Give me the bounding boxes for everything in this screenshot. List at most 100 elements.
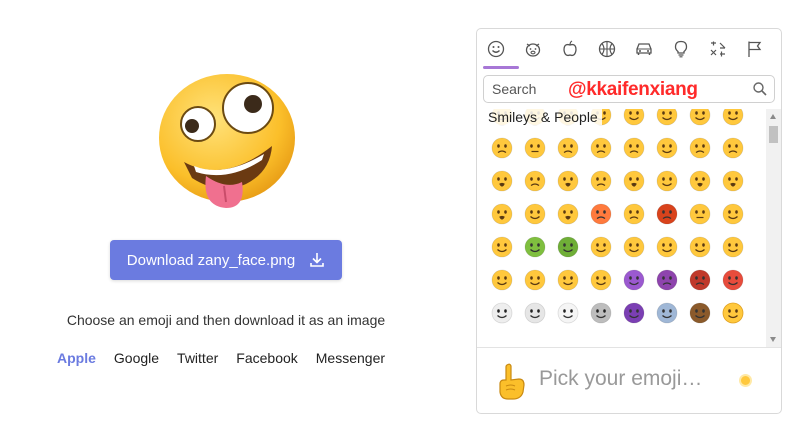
emoji-weary[interactable] bbox=[584, 164, 617, 197]
emoji-grimacing[interactable] bbox=[650, 164, 683, 197]
emoji-worried[interactable] bbox=[617, 131, 650, 164]
grinning-icon bbox=[689, 109, 710, 125]
emoji-mask[interactable] bbox=[683, 197, 716, 230]
emoji-vomiting[interactable] bbox=[551, 230, 584, 263]
emoji-persevere[interactable] bbox=[551, 131, 584, 164]
emoji-neutral[interactable] bbox=[518, 131, 551, 164]
emoji-triumph[interactable] bbox=[650, 131, 683, 164]
tab-apple[interactable]: Apple bbox=[57, 350, 96, 366]
emoji-tongue-out[interactable] bbox=[716, 197, 749, 230]
emoji-halo[interactable] bbox=[617, 230, 650, 263]
nerd-icon bbox=[590, 269, 611, 290]
angry-icon bbox=[623, 203, 644, 224]
angry-devil-icon bbox=[656, 269, 677, 290]
mask-icon bbox=[689, 203, 710, 224]
nauseated-icon bbox=[524, 236, 545, 257]
scroll-up-arrow-icon[interactable] bbox=[770, 114, 776, 119]
tab-google[interactable]: Google bbox=[114, 350, 159, 366]
emoji-row bbox=[485, 263, 749, 296]
emoji-cursing[interactable] bbox=[650, 197, 683, 230]
emoji-angry[interactable] bbox=[617, 197, 650, 230]
category-symbols[interactable] bbox=[699, 29, 736, 69]
category-animals[interactable] bbox=[514, 29, 551, 69]
emoji-cold-sweat[interactable] bbox=[683, 164, 716, 197]
emoji-sad-tear[interactable] bbox=[683, 131, 716, 164]
emoji-disappointed[interactable] bbox=[584, 131, 617, 164]
anguished-icon bbox=[524, 170, 545, 191]
emoji-angry-devil[interactable] bbox=[650, 263, 683, 296]
emoji-lying[interactable] bbox=[716, 230, 749, 263]
emoji-frowning[interactable] bbox=[485, 131, 518, 164]
emoji-goblin[interactable] bbox=[716, 263, 749, 296]
instructions-text: Choose an emoji and then download it as … bbox=[66, 312, 386, 328]
zany-face-emoji bbox=[159, 74, 295, 208]
emoji-astonished[interactable] bbox=[551, 197, 584, 230]
emoji-pouting[interactable] bbox=[584, 197, 617, 230]
emoji-smiling-devil[interactable] bbox=[617, 263, 650, 296]
fearful-icon bbox=[557, 170, 578, 191]
emoji-row bbox=[485, 131, 749, 164]
goblin-icon bbox=[722, 269, 743, 290]
emoji-ghost[interactable] bbox=[551, 296, 584, 329]
tab-messenger[interactable]: Messenger bbox=[316, 350, 385, 366]
category-activity[interactable] bbox=[588, 29, 625, 69]
emoji-skull-crossbones[interactable] bbox=[518, 296, 551, 329]
triumph-icon bbox=[656, 137, 677, 158]
scroll-down-arrow-icon[interactable] bbox=[770, 337, 776, 342]
emoji-scroll-area[interactable]: Smileys & People bbox=[477, 109, 781, 347]
download-icon bbox=[310, 253, 325, 267]
emoji-clown[interactable] bbox=[683, 230, 716, 263]
emoji-space-invader[interactable] bbox=[617, 296, 650, 329]
lying-icon bbox=[722, 236, 743, 257]
emoji-grinning[interactable] bbox=[617, 109, 650, 131]
scrollbar-thumb[interactable] bbox=[769, 126, 778, 143]
emoji-open-mouth[interactable] bbox=[485, 164, 518, 197]
tab-facebook[interactable]: Facebook bbox=[236, 350, 297, 366]
emoji-grinning[interactable] bbox=[716, 109, 749, 131]
animals-icon bbox=[525, 43, 540, 57]
tongue-out-icon bbox=[722, 203, 743, 224]
search-input[interactable] bbox=[484, 76, 734, 102]
emoji-cowboy[interactable] bbox=[650, 230, 683, 263]
neutral-icon bbox=[524, 137, 545, 158]
emoji-screaming[interactable] bbox=[716, 164, 749, 197]
category-food[interactable] bbox=[551, 29, 588, 69]
pointing-up-hand-icon bbox=[499, 363, 525, 400]
grinning-icon bbox=[722, 109, 743, 125]
emoji-anguished[interactable] bbox=[518, 164, 551, 197]
section-label: Smileys & People bbox=[488, 109, 602, 125]
emoji-fearful[interactable] bbox=[551, 164, 584, 197]
emoji-alien[interactable] bbox=[584, 296, 617, 329]
emoji-skull[interactable] bbox=[485, 296, 518, 329]
emoji-shushing[interactable] bbox=[518, 263, 551, 296]
emoji-zany[interactable] bbox=[518, 197, 551, 230]
emoji-row bbox=[485, 164, 749, 197]
category-travel[interactable] bbox=[625, 29, 662, 69]
emoji-money-mouth[interactable] bbox=[650, 109, 683, 131]
category-bar bbox=[477, 29, 781, 69]
emoji-exploding[interactable] bbox=[617, 164, 650, 197]
emoji-robot[interactable] bbox=[650, 296, 683, 329]
exploding-icon bbox=[623, 170, 644, 191]
emoji-flushed[interactable] bbox=[485, 197, 518, 230]
download-button[interactable]: Download zany_face.png bbox=[110, 240, 342, 280]
emoji-monocle[interactable] bbox=[551, 263, 584, 296]
emoji-dizzy[interactable] bbox=[485, 230, 518, 263]
category-smileys[interactable] bbox=[477, 29, 514, 69]
symbols-icon bbox=[710, 41, 725, 57]
skin-tone-selector[interactable] bbox=[739, 374, 752, 387]
category-flags[interactable] bbox=[736, 29, 773, 69]
emoji-grinning[interactable] bbox=[683, 109, 716, 131]
category-objects[interactable] bbox=[662, 29, 699, 69]
emoji-cat[interactable] bbox=[716, 296, 749, 329]
emoji-sneezing[interactable] bbox=[584, 230, 617, 263]
preview-placeholder: Pick your emoji… bbox=[539, 367, 703, 390]
tab-twitter[interactable]: Twitter bbox=[177, 350, 218, 366]
emoji-nauseated[interactable] bbox=[518, 230, 551, 263]
emoji-hand-over-mouth[interactable] bbox=[485, 263, 518, 296]
emoji-nerd[interactable] bbox=[584, 263, 617, 296]
emoji-poo[interactable] bbox=[683, 296, 716, 329]
emoji-loudly-crying[interactable] bbox=[716, 131, 749, 164]
scrollbar[interactable] bbox=[766, 109, 781, 347]
emoji-ogre[interactable] bbox=[683, 263, 716, 296]
